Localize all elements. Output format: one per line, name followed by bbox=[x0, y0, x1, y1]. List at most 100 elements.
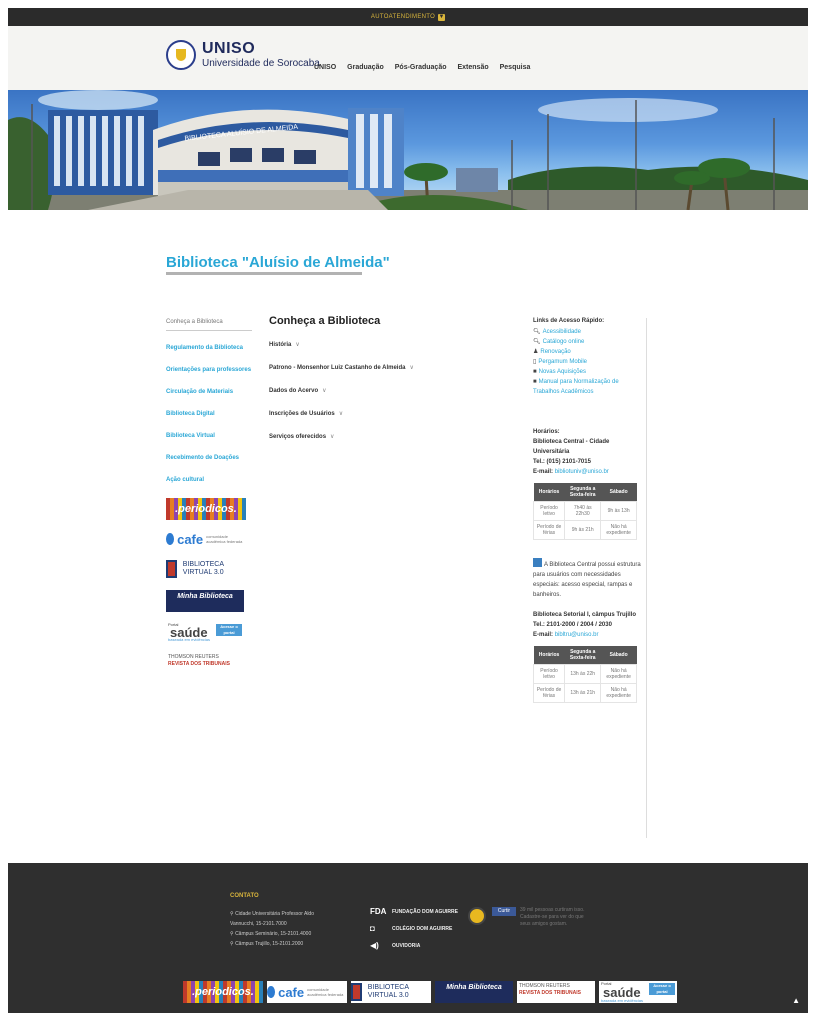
site-footer: CONTATO ⚲ Cidade Universitária Professor… bbox=[8, 863, 808, 1013]
cafe-logo-icon bbox=[267, 986, 276, 998]
book-icon: ■ bbox=[533, 379, 537, 385]
periodicos-banner[interactable]: .periodicos. bbox=[183, 981, 263, 1003]
periodicos-banner[interactable]: .periodicos. bbox=[166, 498, 246, 520]
chevron-down-icon: ∨ bbox=[338, 411, 344, 417]
mobile-icon: ▯ bbox=[533, 359, 537, 365]
nav-pos-graduacao[interactable]: Pós-Graduação bbox=[395, 64, 447, 71]
chevron-down-icon[interactable]: ▼ bbox=[438, 13, 446, 21]
logo-subtitle: Universidade de Sorocaba bbox=[202, 58, 320, 69]
table-row: Período de férias 9h às 21h Não há expedie… bbox=[532, 520, 637, 540]
central-hours-table: Horários Segunda a Sexta-feira Sábado Perí… bbox=[532, 483, 637, 540]
minha-biblioteca-banner[interactable]: Minha Biblioteca bbox=[166, 590, 244, 612]
user-icon: ♟ bbox=[533, 349, 539, 355]
hero-banner: BIBLIOTECA ALUÍSIO DE ALMEIDA bbox=[8, 90, 808, 210]
quick-links-title: Links de Acesso Rápido: bbox=[533, 318, 605, 324]
cafe-banner[interactable]: cafe comunidade acadêmica federada bbox=[267, 981, 347, 1003]
facebook-like-text: 39 mil pessoas curtiram isso. Cadastre-s… bbox=[520, 907, 585, 927]
accordion-servicos[interactable]: Serviços oferecidos ∨ bbox=[269, 433, 519, 440]
table-row: Período letivo 7h40 às 22h30 9h às 13h bbox=[532, 501, 637, 521]
book-icon bbox=[351, 983, 362, 1001]
footer-link-colegio[interactable]: ◘ COLÉGIO DOM AGUIRRE bbox=[370, 924, 458, 933]
footer-link-ouvidoria[interactable]: ◀) OUVIDORIA bbox=[370, 941, 458, 950]
sidebar-item-virtual[interactable]: Biblioteca Virtual bbox=[166, 432, 252, 441]
site-header: UNISO Universidade de Sorocaba UNISO Gra… bbox=[8, 26, 808, 90]
list-item: ⚲ Cidade Universitária Professor Aldo bbox=[230, 911, 314, 917]
accessibility-note: A Biblioteca Central possui estrutura pa… bbox=[533, 558, 642, 600]
chevron-down-icon: ∨ bbox=[409, 365, 414, 371]
quick-link-renovacao[interactable]: ♟ Renovação bbox=[533, 347, 642, 357]
nav-uniso[interactable]: UNISO bbox=[314, 64, 336, 71]
uniso-logo-icon bbox=[166, 40, 196, 70]
library-building-photo: BIBLIOTECA ALUÍSIO DE ALMEIDA bbox=[8, 90, 808, 210]
fda-logo-icon: FDA bbox=[370, 907, 387, 916]
cafe-logo-icon bbox=[166, 533, 175, 545]
setorial-hours-table: Horários Segunda a Sexta-feira Sábado Perí… bbox=[532, 646, 637, 703]
uniso-logo[interactable]: UNISO Universidade de Sorocaba bbox=[166, 40, 320, 70]
sidebar-item-circulacao[interactable]: Circulação de Materiais bbox=[166, 388, 252, 397]
contact-title: CONTATO bbox=[230, 893, 259, 899]
central-name: Biblioteca Central - Cidade Universitári… bbox=[533, 439, 610, 455]
quick-link-catalogo[interactable]: 🔍︎ Catálogo online bbox=[533, 337, 642, 347]
portal-saude-banner[interactable]: Portal saúde Acesse o portal baseada em … bbox=[166, 622, 244, 642]
thomson-reuters-banner[interactable]: THOMSON REUTERS REVISTA DOS TRIBUNAIS bbox=[166, 652, 244, 670]
sidebar-item-orientacoes[interactable]: Orientações para professores bbox=[166, 366, 252, 375]
right-column: Links de Acesso Rápido: 🔍︎ Acessibilidade… bbox=[532, 318, 647, 838]
logo-title: UNISO bbox=[202, 40, 256, 57]
sidebar-item-acao-cultural[interactable]: Ação cultural bbox=[166, 476, 252, 485]
sidebar-item-digital[interactable]: Biblioteca Digital bbox=[166, 410, 252, 419]
nav-pesquisa[interactable]: Pesquisa bbox=[500, 64, 531, 71]
accordion-patrono[interactable]: Patrono - Monsenhor Luiz Castanho de Alm… bbox=[269, 364, 519, 371]
facebook-widget: Curtir 39 mil pessoas curtiram isso. Cad… bbox=[468, 907, 590, 928]
quick-link-acessibilidade[interactable]: 🔍︎ Acessibilidade bbox=[533, 327, 642, 337]
nav-graduacao[interactable]: Graduação bbox=[347, 64, 384, 71]
sidebar-item-conheca[interactable]: Conheça a Biblioteca bbox=[166, 318, 252, 331]
central-tel: Tel.: (015) 2101-7015 bbox=[533, 459, 591, 465]
nav-extensao[interactable]: Extensão bbox=[458, 64, 489, 71]
back-to-top-icon[interactable]: ▲ bbox=[792, 996, 800, 1005]
setorial-email-link[interactable]: bibltru@uniso.br bbox=[555, 632, 599, 638]
sidebar-nav: Conheça a Biblioteca Regulamento da Bibl… bbox=[166, 318, 252, 680]
table-row: Período de férias 13h às 21h Não há expedi… bbox=[532, 683, 637, 703]
uniso-logo-icon bbox=[468, 907, 486, 925]
portal-saude-banner[interactable]: Portal saúde Acesse o portal baseada em … bbox=[599, 981, 677, 1003]
autoatendimento-link[interactable]: AUTOATENDIMENTO bbox=[371, 14, 435, 20]
sidebar-item-doacoes[interactable]: Recebimento de Doações bbox=[166, 454, 252, 463]
biblioteca-virtual-banner[interactable]: BIBLIOTECA VIRTUAL 3.0 bbox=[166, 558, 246, 580]
minha-biblioteca-banner[interactable]: Minha Biblioteca bbox=[435, 981, 513, 1003]
cafe-banner[interactable]: cafe comunidade acadêmica federada bbox=[166, 530, 246, 548]
biblioteca-virtual-banner[interactable]: BIBLIOTECA VIRTUAL 3.0 bbox=[351, 981, 431, 1003]
setorial-name: Biblioteca Setorial I, câmpus Trujillo bbox=[533, 612, 637, 618]
book-icon: ■ bbox=[533, 369, 537, 375]
list-item: Vannucchi, 15-2101.7000 bbox=[230, 921, 287, 927]
page: AUTOATENDIMENTO ▼ UNISO Universidade de … bbox=[8, 8, 808, 1013]
central-email-link[interactable]: bibliotuniv@uniso.br bbox=[555, 469, 609, 475]
search-icon: 🔍︎ bbox=[533, 329, 541, 335]
chevron-down-icon: ∨ bbox=[330, 434, 335, 440]
title-underline bbox=[166, 272, 362, 275]
main-nav: UNISO Graduação Pós-Graduação Extensão P… bbox=[314, 64, 530, 71]
table-row: Período letivo 13h às 22h Não há expedient… bbox=[532, 664, 637, 684]
sidebar-item-regulamento[interactable]: Regulamento da Biblioteca bbox=[166, 344, 252, 353]
top-bar: AUTOATENDIMENTO ▼ bbox=[8, 8, 808, 26]
wheelchair-icon bbox=[533, 558, 542, 567]
footer-banners: .periodicos. cafe comunidade acadêmica fe… bbox=[183, 981, 677, 1003]
list-item: ⚲ Câmpus Trujillo, 15-2101.2000 bbox=[230, 941, 304, 947]
quick-link-manual[interactable]: ■ Manual para Normalização de Trabalhos A… bbox=[533, 377, 642, 397]
list-item: ⚲ Câmpus Seminário, 15-2101.4000 bbox=[230, 931, 312, 937]
accordion-inscricoes[interactable]: Inscrições de Usuários ∨ bbox=[269, 410, 519, 417]
facebook-like-button[interactable]: Curtir bbox=[492, 907, 516, 916]
quick-link-aquisicoes[interactable]: ■ Novas Aquisições bbox=[533, 367, 642, 377]
megaphone-icon: ◀) bbox=[370, 941, 379, 950]
accordion-historia[interactable]: História ∨ bbox=[269, 341, 519, 348]
setorial-tel: Tel.: 2101-2000 / 2004 / 2030 bbox=[533, 622, 612, 628]
thomson-reuters-banner[interactable]: THOMSON REUTERS REVISTA DOS TRIBUNAIS bbox=[517, 981, 595, 1003]
book-icon bbox=[166, 560, 177, 578]
search-icon: 🔍︎ bbox=[533, 339, 541, 345]
accordion-acervo[interactable]: Dados do Acervo ∨ bbox=[269, 387, 519, 394]
main-content: Conheça a Biblioteca História ∨ Patrono -… bbox=[269, 315, 519, 456]
colegio-logo-icon: ◘ bbox=[370, 924, 375, 933]
chevron-down-icon: ∨ bbox=[295, 342, 300, 348]
page-title: Biblioteca "Aluísio de Almeida" bbox=[166, 254, 390, 271]
quick-link-pergamum[interactable]: ▯ Pergamum Mobile bbox=[533, 357, 642, 367]
footer-link-fda[interactable]: FDA FUNDAÇÃO DOM AGUIRRE bbox=[370, 907, 458, 916]
